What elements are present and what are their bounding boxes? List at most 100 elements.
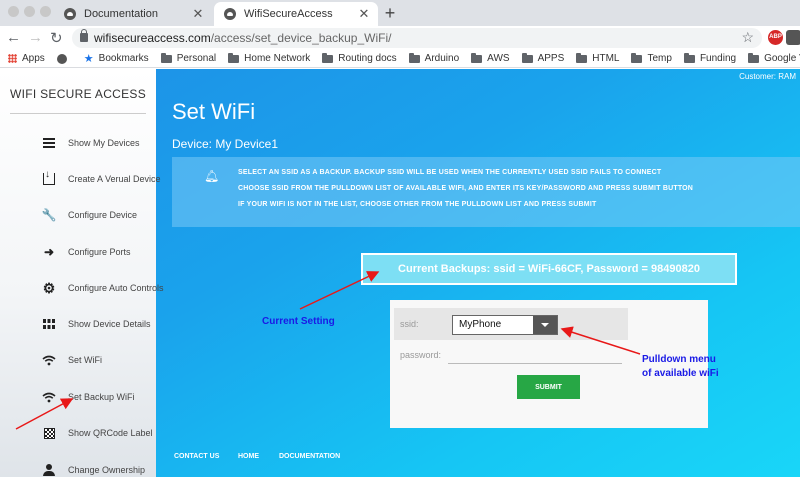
sidebar-item-show-my-devices[interactable]: Show My Devices <box>0 131 156 155</box>
bookmark-folder[interactable]: AWS <box>471 52 510 64</box>
footer-link-home[interactable]: HOME <box>238 453 259 460</box>
cloud-icon <box>56 53 67 64</box>
bookmark-label: AWS <box>487 53 510 64</box>
window-minimize-dot[interactable] <box>24 6 35 17</box>
bookmarks-bar: Apps ★ Bookmarks Personal Home Network Ro… <box>0 50 800 68</box>
bookmark-cloud[interactable] <box>56 53 72 64</box>
bookmark-folder[interactable]: Home Network <box>228 52 311 64</box>
password-input[interactable] <box>448 346 622 364</box>
tab-label: WifiSecureAccess <box>244 8 333 20</box>
address-bar[interactable]: wifisecureaccess.com/access/set_device_b… <box>72 28 762 48</box>
info-line: SELECT AN SSID AS A BACKUP. BACKUP SSID … <box>238 169 662 176</box>
bookmark-label: Google VPS <box>764 53 800 64</box>
sidebar-item-label: Show Device Details <box>68 319 151 329</box>
password-label: password: <box>400 350 442 360</box>
new-tab-button[interactable]: + <box>380 3 400 24</box>
wrench-icon: 🔧 <box>41 208 57 222</box>
sidebar-item-show-device-details[interactable]: Show Device Details <box>0 312 156 336</box>
ssid-label: ssid: <box>400 319 419 329</box>
back-arrow-icon[interactable]: ← <box>6 29 21 46</box>
sidebar-item-label: Set WiFi <box>68 355 103 365</box>
ssid-row: ssid: MyPhone <box>394 308 628 340</box>
close-icon[interactable]: ✕ <box>190 6 206 22</box>
sidebar-item-create-virtual-device[interactable]: Create A Verual Device <box>0 167 161 191</box>
url-text: wifisecureaccess.com/access/set_device_b… <box>94 31 391 45</box>
reload-icon[interactable]: ↻ <box>50 29 63 47</box>
bookmark-label: Personal <box>176 53 217 64</box>
bookmark-folder[interactable]: Routing docs <box>322 52 397 64</box>
sidebar-item-label: Change Ownership <box>68 465 146 475</box>
list-icon <box>42 136 56 150</box>
folder-icon <box>471 52 483 63</box>
folder-icon <box>631 52 643 63</box>
bookmark-label: Home Network <box>244 53 311 64</box>
ssid-select[interactable]: MyPhone <box>452 315 558 335</box>
sidebar-item-set-backup-wifi[interactable]: Set Backup WiFi <box>0 385 156 409</box>
bookmark-folder[interactable]: Personal <box>160 52 217 64</box>
lock-icon[interactable] <box>80 29 88 42</box>
bookmark-star-icon[interactable]: ☆ <box>741 29 754 46</box>
bookmark-bookmarks[interactable]: ★ Bookmarks <box>84 52 149 65</box>
sidebar-item-label: Set Backup WiFi <box>68 392 135 402</box>
tab-documentation[interactable]: Documentation ✕ <box>54 2 212 26</box>
footer-link-documentation[interactable]: DOCUMENTATION <box>279 453 340 460</box>
adblock-extension-icon[interactable]: ABP <box>768 30 783 45</box>
sidebar-item-label: Show QRCode Label <box>68 428 153 438</box>
bookmark-apps[interactable]: Apps <box>8 53 45 64</box>
annotation-pulldown-line1: Pulldown menu <box>642 354 716 365</box>
footer-link-contact-us[interactable]: CONTACT US <box>174 453 219 460</box>
sidebar-item-change-ownership[interactable]: Change Ownership <box>0 458 156 477</box>
cloud-icon <box>224 8 236 20</box>
qrcode-icon <box>42 426 56 440</box>
sidebar-item-label: Configure Ports <box>68 247 131 257</box>
sidebar-item-configure-ports[interactable]: ➜ Configure Ports <box>0 240 156 264</box>
sidebar-item-label: Create A Verual Device <box>68 174 161 184</box>
sidebar-item-configure-device[interactable]: 🔧 Configure Device <box>0 203 156 227</box>
brand-divider <box>10 113 146 114</box>
bookmark-folder[interactable]: Arduino <box>408 52 459 64</box>
ssid-selected-value: MyPhone <box>459 319 502 330</box>
sidebar: WIFI SECURE ACCESS Show My Devices Creat… <box>0 69 164 477</box>
extension-icon[interactable] <box>786 30 800 45</box>
browser-toolbar: ← → ↻ wifisecureaccess.com/access/set_de… <box>0 26 800 50</box>
chevron-down-icon[interactable] <box>533 316 557 334</box>
sidebar-item-set-wifi[interactable]: Set WiFi <box>0 348 156 372</box>
arrow-right-icon: ➜ <box>43 245 55 259</box>
bookmark-folder[interactable]: Funding <box>683 52 737 64</box>
bookmark-folder[interactable]: APPS <box>521 52 565 64</box>
wifi-icon <box>42 390 56 404</box>
star-icon: ★ <box>83 53 94 65</box>
folder-icon <box>683 52 695 63</box>
brand-title[interactable]: WIFI SECURE ACCESS <box>0 87 156 101</box>
folder-icon <box>322 52 334 63</box>
folder-icon <box>160 52 172 63</box>
bookmark-label: HTML <box>592 53 620 64</box>
page-title: Set WiFi <box>172 99 256 124</box>
bell-icon: 🔔︎ <box>204 169 220 183</box>
wifi-icon <box>42 353 56 367</box>
folder-icon <box>408 52 420 63</box>
bookmark-label: Bookmarks <box>98 53 149 64</box>
gear-icon: ⚙ <box>42 280 56 296</box>
cloud-icon <box>64 8 76 20</box>
bookmark-folder[interactable]: Google VPS <box>748 52 800 64</box>
close-icon[interactable]: ✕ <box>356 6 372 22</box>
current-backups-box: Current Backups: ssid = WiFi-66CF, Passw… <box>361 253 737 285</box>
sidebar-item-label: Configure Device <box>68 210 138 220</box>
info-line: IF YOUR WIFI IS NOT IN THE LIST, CHOOSE … <box>238 201 597 208</box>
folder-icon <box>228 52 240 63</box>
forward-arrow-icon[interactable]: → <box>28 29 43 46</box>
window-zoom-dot[interactable] <box>40 6 51 17</box>
bookmark-label: Funding <box>699 53 737 64</box>
sidebar-item-configure-auto-controls[interactable]: ⚙ Configure Auto Controls <box>0 276 164 300</box>
bookmark-folder[interactable]: Temp <box>631 52 672 64</box>
bookmark-folder[interactable]: HTML <box>576 52 620 64</box>
bookmark-label: Temp <box>647 53 672 64</box>
window-close-dot[interactable] <box>8 6 19 17</box>
bookmark-label: APPS <box>537 53 565 64</box>
sidebar-item-show-qrcode-label[interactable]: Show QRCode Label <box>0 421 156 445</box>
submit-button[interactable]: SUBMIT <box>517 375 580 399</box>
page-content: Customer: RAM WIFI SECURE ACCESS Show My… <box>0 69 800 477</box>
tab-wifisecureaccess[interactable]: WifiSecureAccess ✕ <box>214 2 378 26</box>
device-subtitle: Device: My Device1 <box>172 137 279 151</box>
